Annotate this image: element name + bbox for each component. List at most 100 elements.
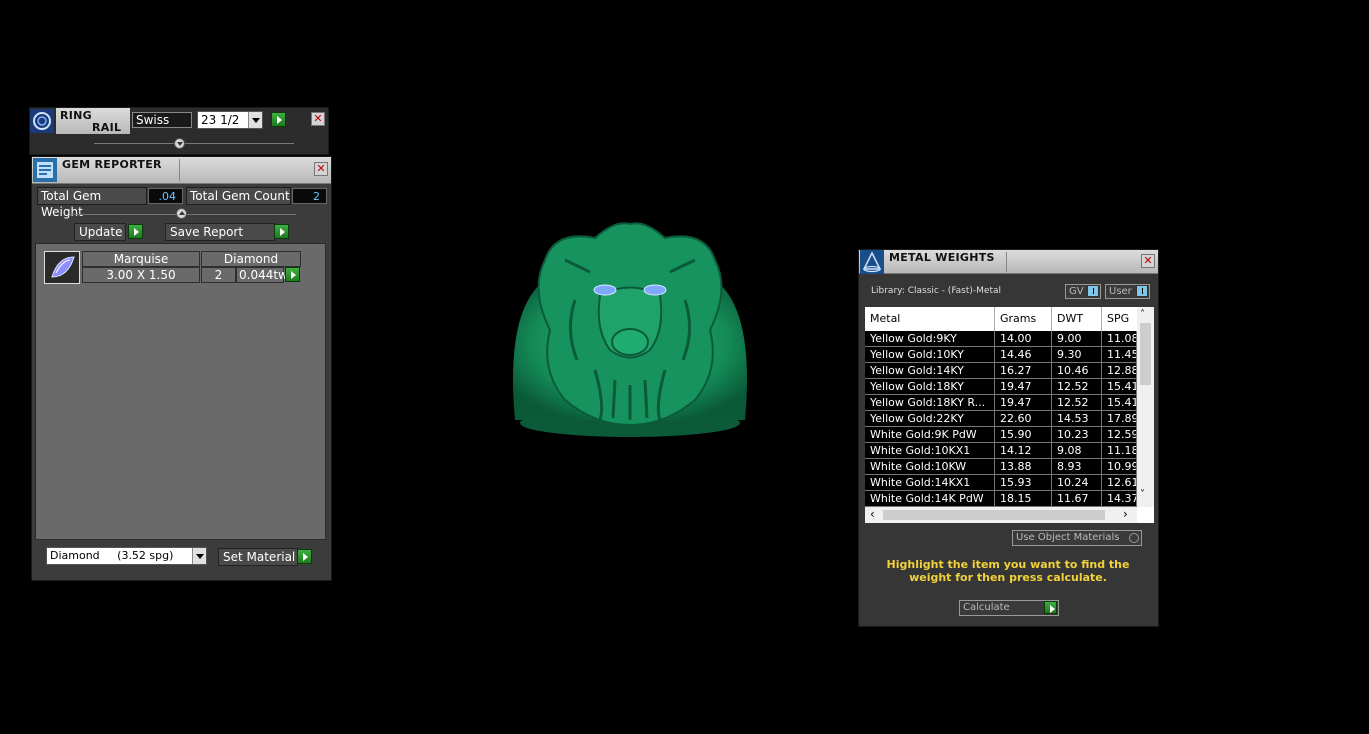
grams-cell[interactable]: 14.12: [995, 443, 1052, 459]
table-row[interactable]: White Gold:9K PdW 15.90 10.23 12.59: [865, 427, 1137, 443]
set-material-go-button[interactable]: [297, 549, 312, 564]
table-row[interactable]: Yellow Gold:18KY 19.47 12.52 15.41: [865, 379, 1137, 395]
ring-rail-close-button[interactable]: ✕: [311, 112, 325, 126]
metal-cell[interactable]: White Gold:14K PdW: [865, 491, 995, 507]
dwt-cell[interactable]: 9.00: [1052, 331, 1102, 347]
table-row[interactable]: White Gold:10KX1 14.12 9.08 11.18: [865, 443, 1137, 459]
vertical-scrollbar[interactable]: ˄ ˅: [1137, 307, 1154, 507]
grams-cell[interactable]: 18.15: [995, 491, 1052, 507]
table-row[interactable]: White Gold:10KW 13.88 8.93 10.99: [865, 459, 1137, 475]
chevron-down-icon: [192, 548, 206, 564]
grams-cell[interactable]: 14.46: [995, 347, 1052, 363]
marquise-gem-icon[interactable]: [44, 251, 80, 284]
material-select[interactable]: Diamond (3.52 spg): [46, 547, 207, 565]
metal-cell[interactable]: White Gold:9K PdW: [865, 427, 995, 443]
metal-cell[interactable]: White Gold:10KW: [865, 459, 995, 475]
ring-size-select[interactable]: 23 1/2: [197, 111, 263, 129]
spg-cell[interactable]: 15.41: [1102, 395, 1137, 411]
spg-cell[interactable]: 11.08: [1102, 331, 1137, 347]
grams-cell[interactable]: 19.47: [995, 379, 1052, 395]
spg-cell[interactable]: 14.37: [1102, 491, 1137, 507]
dwt-cell[interactable]: 9.30: [1052, 347, 1102, 363]
spg-cell[interactable]: 11.45: [1102, 347, 1137, 363]
grams-cell[interactable]: 14.00: [995, 331, 1052, 347]
gem-count-cell[interactable]: 2: [201, 267, 236, 283]
user-button[interactable]: User: [1105, 284, 1150, 299]
metal-cell[interactable]: Yellow Gold:18KY: [865, 379, 995, 395]
use-object-materials-toggle[interactable]: Use Object Materials: [1012, 530, 1142, 546]
grams-cell[interactable]: 16.27: [995, 363, 1052, 379]
dwt-cell[interactable]: 11.67: [1052, 491, 1102, 507]
table-row[interactable]: Yellow Gold:9KY 14.00 9.00 11.08: [865, 331, 1137, 347]
grams-cell[interactable]: 19.47: [995, 395, 1052, 411]
dwt-cell[interactable]: 10.24: [1052, 475, 1102, 491]
scroll-down-icon[interactable]: ˅: [1140, 489, 1145, 500]
grams-cell[interactable]: 13.88: [995, 459, 1052, 475]
metal-cell[interactable]: White Gold:14KX1: [865, 475, 995, 491]
calculate-go-button[interactable]: [1044, 601, 1057, 614]
grams-cell[interactable]: 15.93: [995, 475, 1052, 491]
table-row[interactable]: Yellow Gold:22KY 22.60 14.53 17.89: [865, 411, 1137, 427]
scroll-thumb[interactable]: [1140, 323, 1151, 385]
info-icon: [1087, 285, 1099, 297]
gem-weight-cell[interactable]: 0.044tw: [236, 267, 288, 283]
ring-rail-go-button[interactable]: [271, 112, 286, 127]
column-header-spg[interactable]: SPG: [1102, 307, 1137, 331]
metal-cell[interactable]: Yellow Gold:14KY: [865, 363, 995, 379]
dwt-cell[interactable]: 10.46: [1052, 363, 1102, 379]
spg-cell[interactable]: 11.18: [1102, 443, 1137, 459]
metal-weights-icon: [860, 250, 884, 274]
dwt-cell[interactable]: 14.53: [1052, 411, 1102, 427]
save-report-go-button[interactable]: [274, 224, 289, 239]
dwt-cell[interactable]: 12.52: [1052, 379, 1102, 395]
save-report-button[interactable]: Save Report: [165, 223, 275, 241]
grams-cell[interactable]: 15.90: [995, 427, 1052, 443]
update-button[interactable]: Update: [74, 223, 126, 241]
spg-cell[interactable]: 12.88: [1102, 363, 1137, 379]
ring-rail-slider-handle[interactable]: [174, 138, 185, 149]
dwt-cell[interactable]: 9.08: [1052, 443, 1102, 459]
spg-cell[interactable]: 15.41: [1102, 379, 1137, 395]
scroll-thumb[interactable]: [883, 510, 1105, 520]
table-row[interactable]: Yellow Gold:10KY 14.46 9.30 11.45: [865, 347, 1137, 363]
ring-size-value: 23 1/2: [201, 113, 240, 127]
update-go-button[interactable]: [128, 224, 143, 239]
dwt-cell[interactable]: 8.93: [1052, 459, 1102, 475]
horizontal-scrollbar[interactable]: ‹ ›: [865, 507, 1137, 523]
library-label: Library: Classic - (Fast)-Metal: [871, 286, 1002, 296]
scroll-left-icon[interactable]: ‹: [870, 507, 875, 521]
gv-button[interactable]: GV: [1065, 284, 1101, 299]
metal-cell[interactable]: Yellow Gold:18KY R...: [865, 395, 995, 411]
scroll-right-icon[interactable]: ›: [1123, 507, 1128, 521]
table-row[interactable]: Yellow Gold:18KY R... 19.47 12.52 15.41: [865, 395, 1137, 411]
set-material-button[interactable]: Set Material: [218, 548, 298, 566]
metal-cell[interactable]: White Gold:10KX1: [865, 443, 995, 459]
metal-cell[interactable]: Yellow Gold:22KY: [865, 411, 995, 427]
dwt-cell[interactable]: 10.23: [1052, 427, 1102, 443]
metal-weights-close-button[interactable]: ✕: [1141, 254, 1155, 268]
column-header-dwt[interactable]: DWT: [1052, 307, 1102, 331]
lion-ring-model[interactable]: [505, 220, 755, 442]
spg-cell[interactable]: 10.99: [1102, 459, 1137, 475]
gem-reporter-close-button[interactable]: ✕: [314, 162, 328, 176]
table-row[interactable]: White Gold:14KX1 15.93 10.24 12.61: [865, 475, 1137, 491]
spg-cell[interactable]: 12.59: [1102, 427, 1137, 443]
gem-reporter-slider-handle[interactable]: [176, 208, 187, 219]
gem-dimensions-cell[interactable]: 3.00 X 1.50: [82, 267, 200, 283]
scroll-up-icon[interactable]: ˄: [1140, 309, 1145, 320]
table-row[interactable]: Yellow Gold:14KY 16.27 10.46 12.88: [865, 363, 1137, 379]
metal-cell[interactable]: Yellow Gold:10KY: [865, 347, 995, 363]
table-row[interactable]: White Gold:14K PdW 18.15 11.67 14.37: [865, 491, 1137, 507]
ring-standard-field[interactable]: Swiss: [132, 112, 192, 128]
dwt-cell[interactable]: 12.52: [1052, 395, 1102, 411]
grams-cell[interactable]: 22.60: [995, 411, 1052, 427]
column-header-metal[interactable]: Metal: [865, 307, 995, 331]
gem-shape-cell[interactable]: Marquise: [82, 251, 200, 267]
gem-material-cell[interactable]: Diamond: [201, 251, 301, 267]
gem-row-go-button[interactable]: [285, 267, 300, 282]
spg-cell[interactable]: 17.89: [1102, 411, 1137, 427]
spg-cell[interactable]: 12.61: [1102, 475, 1137, 491]
column-header-grams[interactable]: Grams: [995, 307, 1052, 331]
instruction-text: Highlight the item you want to find the …: [886, 558, 1130, 584]
metal-cell[interactable]: Yellow Gold:9KY: [865, 331, 995, 347]
